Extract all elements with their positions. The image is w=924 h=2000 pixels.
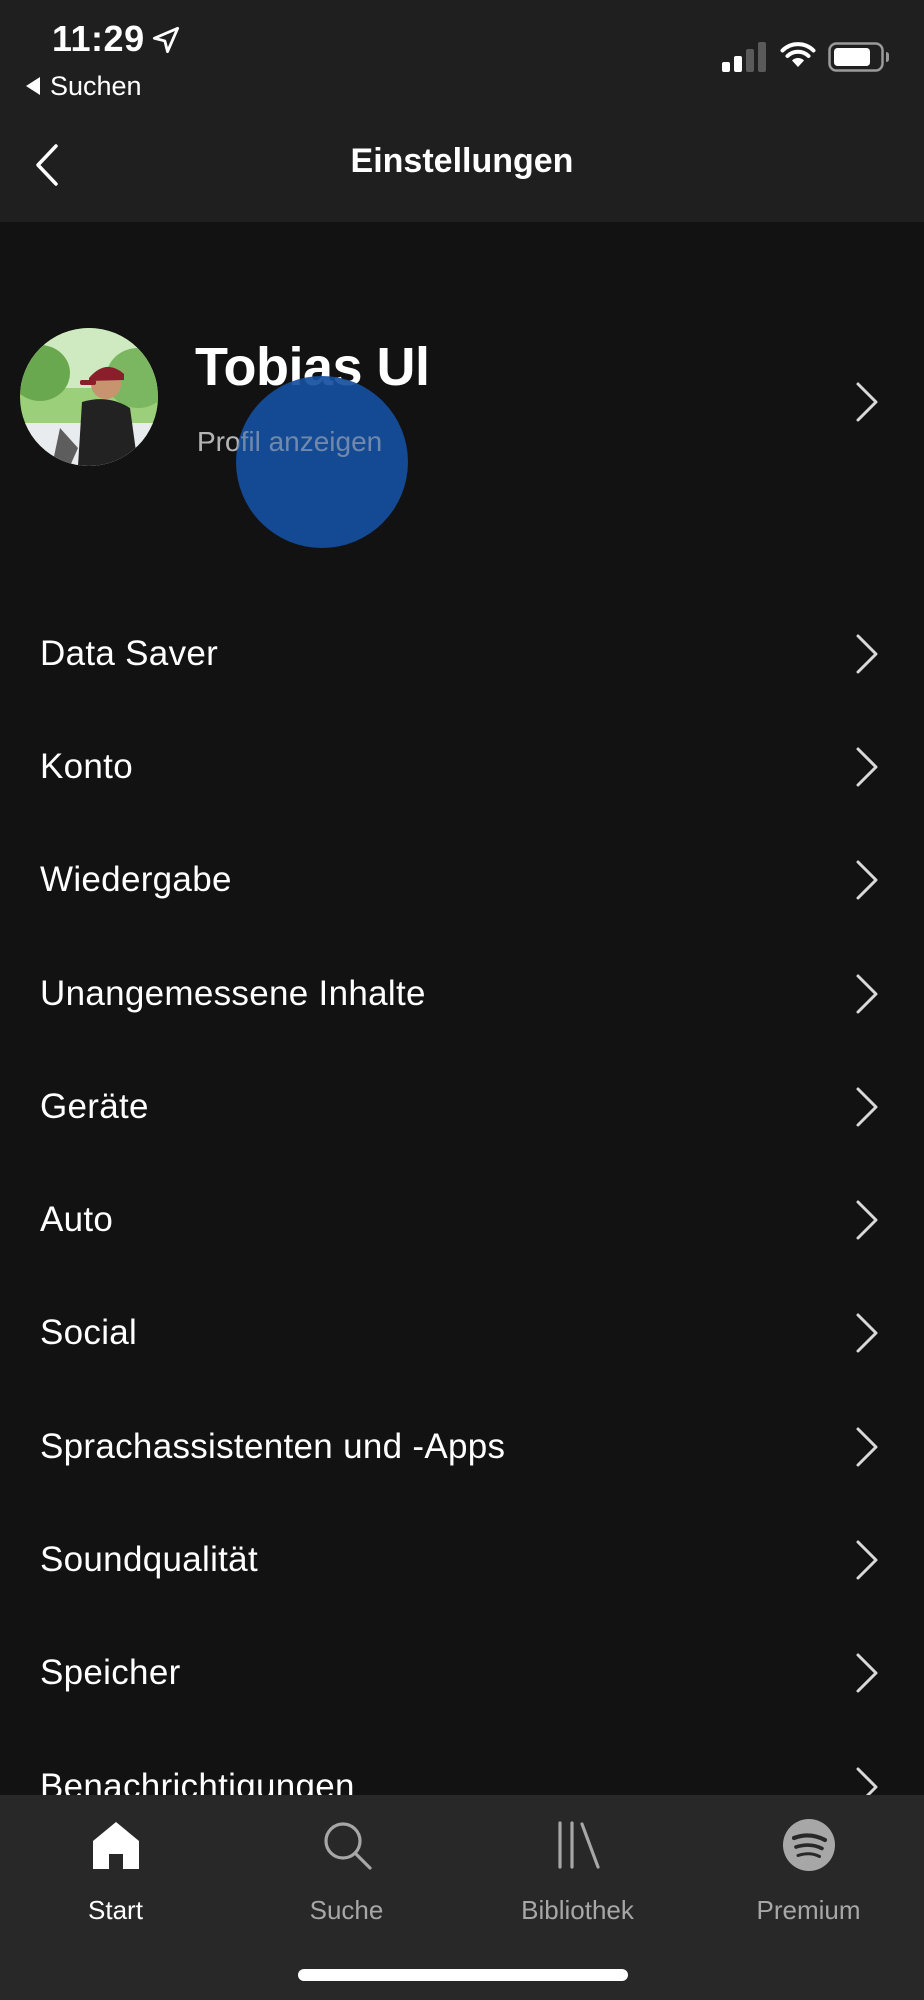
settings-item-label: Speicher [40,1653,181,1693]
chevron-right-icon [856,634,878,674]
back-to-previous-app[interactable]: Suchen [26,70,142,102]
settings-item-label: Unangemessene Inhalte [40,973,426,1013]
tab-label: Premium [756,1895,861,1925]
cellular-signal-icon [722,42,766,72]
wifi-icon [780,42,816,67]
chevron-right-icon [856,1087,878,1127]
settings-item-unangemessene-inhalte[interactable]: Unangemessene Inhalte [0,937,924,1050]
chevron-right-icon [856,860,878,900]
tab-label: Suche [309,1895,384,1925]
settings-item-soundqualitaet[interactable]: Soundqualität [0,1503,924,1616]
settings-item-label: Auto [40,1200,114,1240]
settings-item-speicher[interactable]: Speicher [0,1617,924,1730]
settings-item-label: Data Saver [40,633,219,673]
tab-suche[interactable]: Suche [231,1795,462,1955]
settings-list: Data Saver Konto Wiedergabe Unangemessen… [0,597,924,1843]
back-to-app-label: Suchen [50,70,142,101]
settings-item-label: Konto [40,746,133,786]
page-title: Einstellungen [350,142,574,180]
tab-start[interactable]: Start [0,1795,231,1955]
chevron-right-icon [856,1427,878,1467]
spotify-logo-icon [782,1819,835,1871]
chevron-right-icon [856,382,878,422]
settings-item-label: Soundqualität [40,1540,258,1580]
settings-item-konto[interactable]: Konto [0,710,924,823]
chevron-right-icon [856,974,878,1014]
chevron-right-icon [856,1313,878,1353]
avatar-photo [20,328,158,466]
chevron-right-icon [856,1200,878,1240]
settings-item-wiedergabe[interactable]: Wiedergabe [0,824,924,937]
top-bar: 11:29 Suchen Einstellungen [0,0,924,222]
library-icon [557,1821,600,1869]
settings-item-label: Social [40,1313,138,1353]
view-profile-label: Profil anzeigen [197,426,383,457]
battery-icon [828,42,889,72]
settings-item-data-saver[interactable]: Data Saver [0,597,924,710]
settings-item-label: Geräte [40,1086,149,1126]
settings-item-label: Wiedergabe [40,860,232,900]
profile-name: Tobias Ul [195,337,430,397]
settings-item-sprachassistenten[interactable]: Sprachassistenten und -Apps [0,1390,924,1503]
chevron-right-icon [856,747,878,787]
tab-bibliothek[interactable]: Bibliothek [462,1795,693,1955]
chevron-right-icon [856,1653,878,1693]
profile-row[interactable]: Tobias Ul Profil anzeigen [0,300,924,500]
chevron-right-icon [856,1540,878,1580]
settings-item-label: Sprachassistenten und -Apps [40,1426,506,1466]
search-icon [323,1822,372,1870]
tab-premium[interactable]: Premium [693,1795,924,1955]
tab-label: Bibliothek [521,1895,634,1925]
home-icon [92,1822,139,1869]
back-triangle-icon [26,77,40,95]
location-arrow-icon [152,26,180,54]
status-time: 11:29 [52,18,145,59]
settings-item-auto[interactable]: Auto [0,1163,924,1276]
avatar [20,328,158,466]
settings-item-social[interactable]: Social [0,1277,924,1390]
home-indicator [298,1969,628,1981]
tab-label: Start [88,1895,143,1925]
settings-item-geraete[interactable]: Geräte [0,1050,924,1163]
